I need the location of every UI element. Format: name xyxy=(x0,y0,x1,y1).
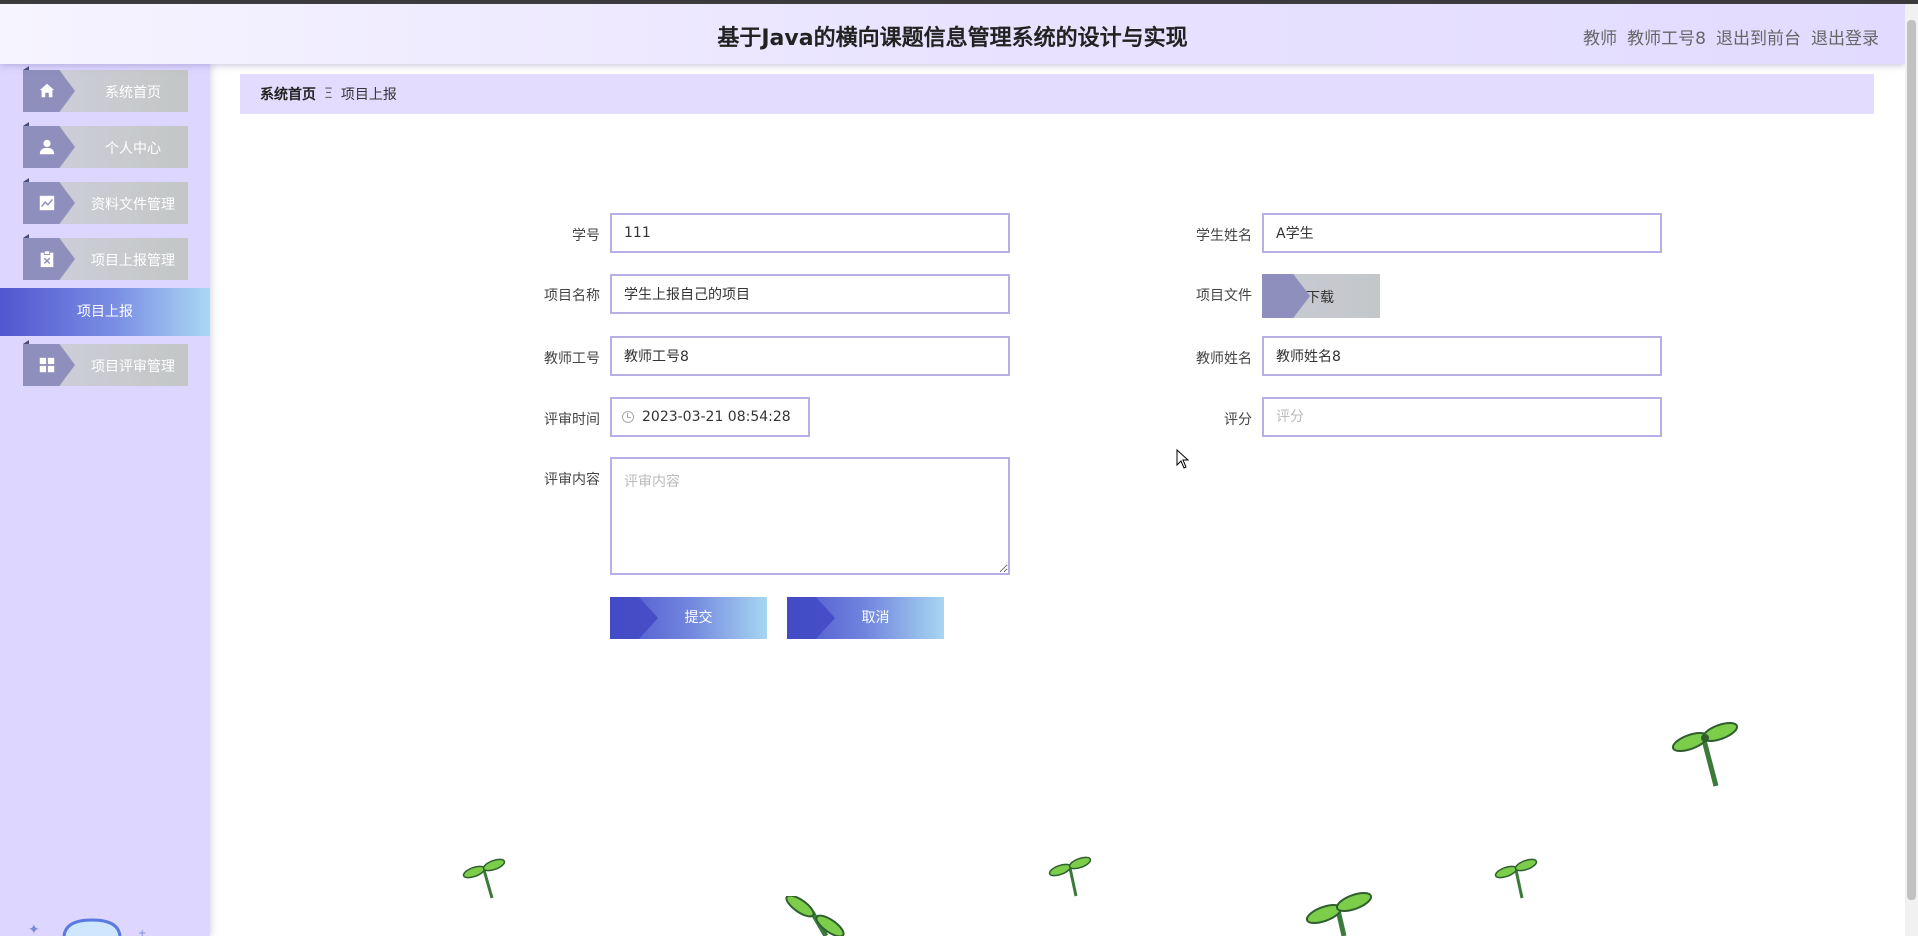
student-no-label: 学号 xyxy=(572,228,600,244)
menu-notch xyxy=(23,178,29,182)
teacher-name-input[interactable] xyxy=(1262,336,1662,376)
user-bar: 教师 教师工号8 退出到前台 退出登录 xyxy=(1583,24,1879,49)
top-header: 基于Java的横向课题信息管理系统的设计与实现 教师 教师工号8 退出到前台 退… xyxy=(0,4,1905,64)
sidebar-item-label: 项目上报管理 xyxy=(91,253,175,269)
scrollbar-thumb[interactable] xyxy=(1907,20,1916,900)
menu-notch xyxy=(23,66,29,70)
teacher-no-input[interactable] xyxy=(610,336,1010,376)
propeller-decoration-icon xyxy=(1048,856,1092,897)
cancel-button-label: 取消 xyxy=(861,610,890,626)
sidebar-item-label: 资料文件管理 xyxy=(91,197,175,213)
grid-icon xyxy=(37,355,57,375)
sidebar-item-personal[interactable]: 个人中心 xyxy=(23,122,188,168)
exit-to-front-link[interactable]: 退出到前台 xyxy=(1716,24,1801,49)
menu-notch xyxy=(23,122,29,126)
review-time-label: 评审时间 xyxy=(544,412,600,428)
review-content-label: 评审内容 xyxy=(544,472,600,488)
download-button[interactable]: 下载 xyxy=(1262,274,1380,318)
review-time-input[interactable] xyxy=(610,397,810,437)
mouse-cursor-icon xyxy=(1176,449,1190,469)
sidebar-item-home[interactable]: 系统首页 xyxy=(23,66,188,112)
propeller-decoration-icon xyxy=(1494,858,1538,899)
project-name-label: 项目名称 xyxy=(544,288,600,304)
project-name-input[interactable] xyxy=(610,274,1010,314)
svg-text:+: + xyxy=(138,928,146,936)
breadcrumb-current: 项目上报 xyxy=(340,87,397,103)
svg-text:✦: ✦ xyxy=(28,922,40,936)
chart-icon xyxy=(37,193,57,213)
sidebar-item-label: 个人中心 xyxy=(105,141,161,157)
breadcrumb-separator: Ξ xyxy=(324,86,333,102)
score-label: 评分 xyxy=(1224,412,1252,428)
user-name: 教师工号8 xyxy=(1627,29,1706,49)
student-name-input[interactable] xyxy=(1262,213,1662,253)
clock-icon xyxy=(622,411,634,423)
menu-notch xyxy=(23,340,29,344)
breadcrumb-home[interactable]: 系统首页 xyxy=(260,84,316,104)
page-scrollbar[interactable] xyxy=(1905,4,1918,936)
clipboard-icon xyxy=(37,249,57,269)
logout-link[interactable]: 退出登录 xyxy=(1811,24,1879,49)
sidebar-item-label: 项目评审管理 xyxy=(91,359,175,375)
teacher-no-label: 教师工号 xyxy=(544,351,600,367)
sidebar-item-label: 系统首页 xyxy=(105,85,161,101)
bubble-decoration-icon: ✦ + xyxy=(28,918,146,936)
download-button-tab xyxy=(1262,274,1310,318)
home-icon xyxy=(37,81,57,101)
teacher-name-label: 教师姓名 xyxy=(1196,351,1252,367)
sidebar-item-project-review[interactable]: 项目评审管理 xyxy=(23,340,188,386)
student-name-label: 学生姓名 xyxy=(1196,228,1252,244)
submit-button[interactable]: 提交 xyxy=(610,597,767,639)
propeller-decoration-icon xyxy=(1671,721,1739,787)
sidebar-item-project-report[interactable]: 项目上报管理 xyxy=(23,234,188,280)
submit-button-label: 提交 xyxy=(684,610,713,626)
user-icon xyxy=(37,137,57,157)
button-chevron xyxy=(610,597,658,639)
menu-notch xyxy=(23,234,29,238)
button-chevron xyxy=(787,597,835,639)
user-role: 教师 xyxy=(1583,29,1618,49)
sidebar-subitem-project-report[interactable]: 项目上报 xyxy=(0,288,210,336)
sidebar-item-files[interactable]: 资料文件管理 xyxy=(23,178,188,224)
review-content-textarea[interactable] xyxy=(610,457,1010,575)
sidebar: 系统首页 个人中心 资料文件管理 项目上报管理 项目上报 项目评审管理 ✦ + xyxy=(0,64,210,936)
student-no-input[interactable] xyxy=(610,213,1010,253)
propeller-decoration-icon xyxy=(462,858,506,899)
project-file-label: 项目文件 xyxy=(1196,288,1252,304)
cancel-button[interactable]: 取消 xyxy=(787,597,944,639)
propeller-decoration-icon xyxy=(1305,891,1373,936)
breadcrumb: 系统首页 Ξ 项目上报 xyxy=(240,74,1874,114)
score-input[interactable] xyxy=(1262,397,1662,437)
propeller-decoration-icon xyxy=(785,896,845,936)
download-button-label: 下载 xyxy=(1306,290,1334,306)
